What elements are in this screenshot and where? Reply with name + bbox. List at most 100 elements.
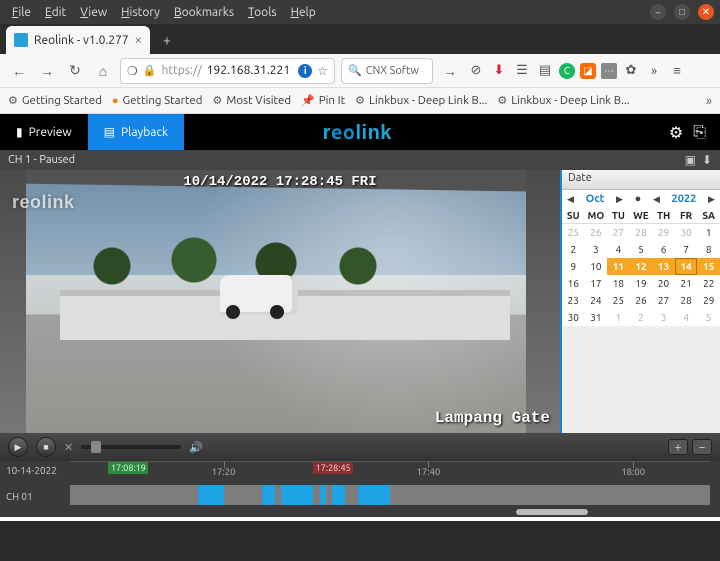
stop-button[interactable]: ■ bbox=[36, 437, 56, 457]
mute-icon[interactable]: ✕ bbox=[64, 441, 73, 454]
back-button[interactable]: ← bbox=[8, 60, 30, 82]
timeline-segment[interactable] bbox=[198, 485, 224, 505]
timeline-segment[interactable] bbox=[320, 485, 326, 505]
year-prev-icon[interactable]: ◀ bbox=[653, 194, 660, 205]
calendar-day[interactable]: 27 bbox=[652, 292, 675, 309]
timeline-track[interactable] bbox=[70, 485, 710, 505]
app-menu-icon[interactable]: ≡ bbox=[668, 62, 686, 80]
speaker-icon[interactable]: 🔊 bbox=[189, 441, 203, 454]
sidebar-icon[interactable]: ▤ bbox=[536, 62, 554, 80]
calendar-day[interactable]: 5 bbox=[630, 241, 653, 258]
calendar-day[interactable]: 4 bbox=[607, 241, 630, 258]
calendar-day[interactable]: 19 bbox=[630, 275, 653, 292]
timeline-scroll-thumb[interactable] bbox=[516, 509, 588, 515]
url-input[interactable]: ❍ 🔒 https://192.168.31.221 i ☆ bbox=[120, 58, 335, 84]
search-input[interactable]: 🔍 CNX Softw bbox=[341, 58, 433, 84]
calendar-day[interactable]: 27 bbox=[607, 224, 630, 241]
downloads-icon[interactable]: ⬇ bbox=[490, 62, 508, 80]
play-button[interactable]: ▶ bbox=[8, 437, 28, 457]
calendar-month[interactable]: Oct bbox=[586, 193, 605, 205]
year-next-icon[interactable]: ▶ bbox=[708, 194, 715, 205]
calendar-day[interactable]: 30 bbox=[562, 309, 585, 326]
gear-icon[interactable]: ⚙ bbox=[669, 123, 683, 142]
month-prev-icon[interactable]: ◀ bbox=[567, 194, 574, 205]
calendar-day[interactable]: 2 bbox=[562, 241, 585, 258]
calendar-day[interactable]: 8 bbox=[697, 241, 720, 258]
bookmark-item[interactable]: ●Getting Started bbox=[112, 94, 203, 107]
calendar-today-icon[interactable]: ● bbox=[635, 193, 642, 205]
calendar-day[interactable]: 5 bbox=[697, 309, 720, 326]
calendar-day[interactable]: 14 bbox=[675, 258, 698, 275]
video-viewport[interactable]: reolink 10/14/2022 17:28:45 FRI Lampang … bbox=[0, 170, 562, 433]
calendar-day[interactable]: 24 bbox=[585, 292, 608, 309]
zoom-in-button[interactable]: + bbox=[668, 439, 688, 455]
preview-tab[interactable]: ▮ Preview bbox=[0, 114, 88, 150]
calendar-day[interactable]: 31 bbox=[585, 309, 608, 326]
timeline-playhead-marker[interactable]: 17:28:45 bbox=[313, 462, 353, 474]
calendar-day[interactable]: 25 bbox=[607, 292, 630, 309]
calendar-year[interactable]: 2022 bbox=[672, 193, 697, 205]
calendar-day[interactable]: 12 bbox=[630, 258, 653, 275]
month-next-icon[interactable]: ▶ bbox=[616, 194, 623, 205]
tab-close-icon[interactable]: × bbox=[135, 33, 142, 47]
calendar-day[interactable]: 28 bbox=[675, 292, 698, 309]
calendar-day[interactable]: 30 bbox=[675, 224, 698, 241]
calendar-day[interactable]: 26 bbox=[630, 292, 653, 309]
volume-slider[interactable] bbox=[81, 445, 181, 449]
timeline[interactable]: 10-14-2022 CH 01 17:08:1917:28:4517:2017… bbox=[0, 461, 720, 517]
timeline-segment[interactable] bbox=[358, 485, 390, 505]
calendar-day[interactable]: 15 bbox=[697, 258, 720, 275]
menu-edit[interactable]: Edit bbox=[39, 4, 72, 21]
overflow-icon[interactable]: » bbox=[645, 62, 663, 80]
calendar-day[interactable]: 17 bbox=[585, 275, 608, 292]
calendar-day[interactable]: 26 bbox=[585, 224, 608, 241]
calendar-day[interactable]: 3 bbox=[585, 241, 608, 258]
library-icon[interactable]: ☰ bbox=[513, 62, 531, 80]
timeline-segment[interactable] bbox=[332, 485, 345, 505]
calendar-day[interactable]: 22 bbox=[697, 275, 720, 292]
bookmark-item[interactable]: ⚙Linkbux - Deep Link B... bbox=[355, 94, 487, 107]
calendar-day[interactable]: 18 bbox=[607, 275, 630, 292]
calendar-day[interactable]: 20 bbox=[652, 275, 675, 292]
calendar-day[interactable]: 4 bbox=[675, 309, 698, 326]
calendar-day[interactable]: 9 bbox=[562, 258, 585, 275]
menu-bookmarks[interactable]: Bookmarks bbox=[168, 4, 240, 21]
menu-help[interactable]: Help bbox=[285, 4, 322, 21]
timeline-segment[interactable] bbox=[262, 485, 275, 505]
calendar-day[interactable]: 1 bbox=[607, 309, 630, 326]
extensions-icon[interactable]: ✿ bbox=[622, 62, 640, 80]
calendar-day[interactable]: 11 bbox=[607, 258, 630, 275]
maximize-button[interactable]: □ bbox=[674, 4, 690, 20]
calendar-day[interactable]: 1 bbox=[697, 224, 720, 241]
close-button[interactable]: ✕ bbox=[698, 4, 714, 20]
ext-green-icon[interactable]: C bbox=[559, 63, 575, 79]
menu-tools[interactable]: Tools bbox=[242, 4, 283, 21]
menu-history[interactable]: History bbox=[115, 4, 166, 21]
volume-thumb[interactable] bbox=[91, 441, 101, 453]
snapshot-icon[interactable]: ▣ bbox=[685, 153, 696, 167]
bookmark-item[interactable]: 📌Pin It bbox=[301, 94, 345, 107]
calendar-day[interactable]: 2 bbox=[630, 309, 653, 326]
bookmark-item[interactable]: ⚙Most Visited bbox=[213, 94, 292, 107]
zoom-out-button[interactable]: − bbox=[692, 439, 712, 455]
calendar-day[interactable]: 3 bbox=[652, 309, 675, 326]
reader-button[interactable]: → bbox=[439, 60, 461, 82]
calendar-day[interactable]: 16 bbox=[562, 275, 585, 292]
ext-orange-icon[interactable]: ◪ bbox=[580, 63, 596, 79]
calendar-day[interactable]: 28 bbox=[630, 224, 653, 241]
timeline-segment[interactable] bbox=[281, 485, 313, 505]
minimize-button[interactable]: – bbox=[650, 4, 666, 20]
home-button[interactable]: ⌂ bbox=[92, 60, 114, 82]
exit-icon[interactable]: ⎘ bbox=[693, 123, 706, 142]
permissions-icon[interactable]: i bbox=[298, 64, 312, 78]
reload-button[interactable]: ↻ bbox=[64, 60, 86, 82]
bookmarks-overflow-icon[interactable]: » bbox=[706, 94, 712, 108]
calendar-day[interactable]: 23 bbox=[562, 292, 585, 309]
playback-tab[interactable]: ▤ Playback bbox=[88, 114, 184, 150]
calendar-day[interactable]: 6 bbox=[652, 241, 675, 258]
menu-file[interactable]: File bbox=[6, 4, 37, 21]
pocket-icon[interactable]: ⊘ bbox=[467, 62, 485, 80]
browser-tab[interactable]: Reolink - v1.0.277 × bbox=[6, 26, 150, 54]
calendar-day[interactable]: 13 bbox=[652, 258, 675, 275]
forward-button[interactable]: → bbox=[36, 60, 58, 82]
